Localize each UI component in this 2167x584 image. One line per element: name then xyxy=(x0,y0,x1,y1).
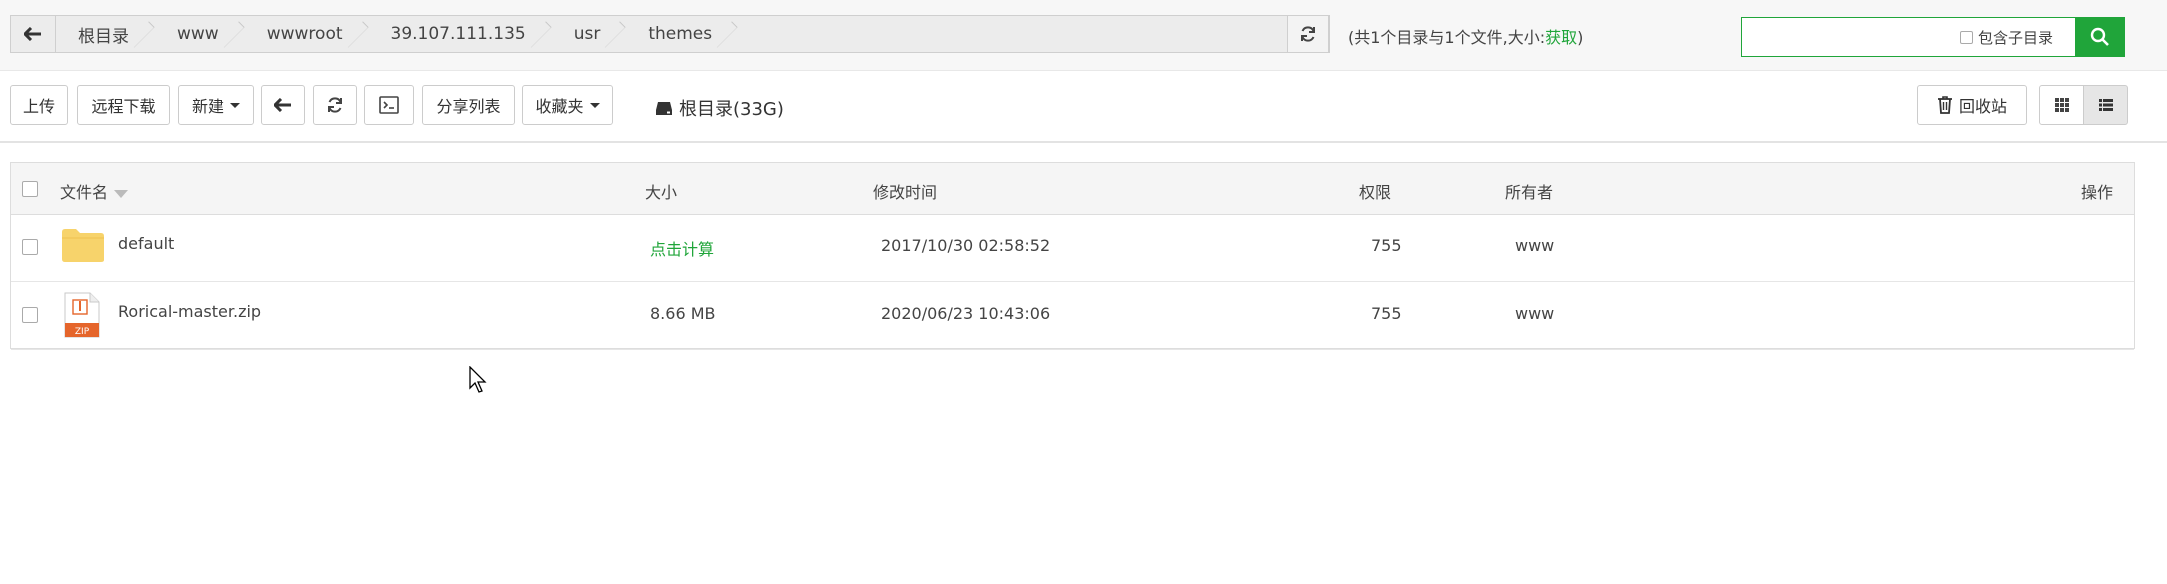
row-checkbox[interactable] xyxy=(22,307,38,323)
back-button[interactable] xyxy=(11,16,56,52)
recycle-bin-label: 回收站 xyxy=(1958,97,2007,116)
calculate-size-link[interactable]: 点击计算 xyxy=(650,236,714,260)
folder-icon xyxy=(62,229,104,262)
table-row[interactable]: default 点击计算 2017/10/30 02:58:52 755 www xyxy=(11,214,2134,282)
refresh-button[interactable] xyxy=(313,85,357,125)
refresh-icon xyxy=(1301,26,1315,42)
refresh-icon xyxy=(328,97,342,113)
breadcrumb-item-site[interactable]: 39.107.111.135 xyxy=(369,16,552,52)
table-header: 文件名 大小 修改时间 权限 所有者 操作 xyxy=(11,163,2134,215)
column-ops-header: 操作 xyxy=(2081,183,2114,202)
include-subdir-option[interactable]: 包含子目录 xyxy=(1960,27,2053,48)
mouse-cursor-icon xyxy=(469,366,487,393)
go-back-button[interactable] xyxy=(261,85,305,125)
arrow-left-icon xyxy=(24,27,41,41)
breadcrumb: 根目录 www wwwroot 39.107.111.135 usr theme… xyxy=(10,15,1330,53)
file-mtime: 2017/10/30 02:58:52 xyxy=(881,236,1051,255)
favorites-label: 收藏夹 xyxy=(535,97,584,116)
include-subdir-label: 包含子目录 xyxy=(1978,29,2054,47)
breadcrumb-item-usr[interactable]: usr xyxy=(552,16,627,52)
zip-file-icon: ZIP xyxy=(64,292,100,338)
file-size: 8.66 MB xyxy=(650,304,716,323)
file-permission[interactable]: 755 xyxy=(1371,304,1402,323)
breadcrumb-item-wwwroot[interactable]: wwwroot xyxy=(245,16,369,52)
search-box: 包含子目录 xyxy=(1741,17,2125,57)
caret-down-icon xyxy=(230,102,240,108)
hdd-icon xyxy=(656,102,672,115)
file-table: 文件名 大小 修改时间 权限 所有者 操作 default 点击计算 2017/… xyxy=(10,162,2135,350)
search-input[interactable] xyxy=(1750,22,1994,54)
column-name-header[interactable]: 文件名 xyxy=(60,179,129,203)
column-size-header[interactable]: 大小 xyxy=(645,179,677,203)
upload-button[interactable]: 上传 xyxy=(10,85,68,125)
column-mtime-header[interactable]: 修改时间 xyxy=(873,179,937,203)
refresh-path-button[interactable] xyxy=(1287,15,1329,53)
disk-label: 根目录(33G) xyxy=(679,99,784,120)
column-owner-header[interactable]: 所有者 xyxy=(1505,179,1553,203)
row-checkbox[interactable] xyxy=(22,239,38,255)
column-name-label: 文件名 xyxy=(60,183,109,202)
grid-view-button[interactable] xyxy=(2039,85,2084,125)
breadcrumb-item-themes[interactable]: themes xyxy=(626,16,738,52)
file-name[interactable]: default xyxy=(118,234,174,253)
include-subdir-checkbox[interactable] xyxy=(1960,31,1973,44)
file-permission[interactable]: 755 xyxy=(1371,236,1402,255)
zip-label: ZIP xyxy=(75,327,90,337)
list-icon xyxy=(2098,99,2113,111)
summary-text: (共1个目录与1个文件,大小: xyxy=(1348,28,1546,47)
directory-summary: (共1个目录与1个文件,大小:获取) xyxy=(1348,24,1583,48)
sort-desc-icon xyxy=(114,189,129,198)
path-bar: 根目录 www wwwroot 39.107.111.135 usr theme… xyxy=(0,0,2167,71)
search-button[interactable] xyxy=(2075,17,2125,57)
grid-icon xyxy=(2054,98,2069,112)
disk-selector[interactable]: 根目录(33G) xyxy=(655,95,784,121)
breadcrumb-item-www[interactable]: www xyxy=(155,16,245,52)
file-owner[interactable]: www xyxy=(1515,236,1554,255)
summary-close: ) xyxy=(1577,28,1584,47)
remote-download-button[interactable]: 远程下载 xyxy=(77,85,170,125)
arrow-left-icon xyxy=(274,98,291,112)
file-toolbar: 上传 远程下载 新建 分享列表 收藏夹 根目录(33G) 回收站 xyxy=(0,71,2167,143)
table-row[interactable]: ZIP Rorical-master.zip 8.66 MB 2020/06/2… xyxy=(11,282,2134,350)
breadcrumb-item-root[interactable]: 根目录 xyxy=(56,16,155,52)
file-mtime: 2020/06/23 10:43:06 xyxy=(881,304,1051,323)
select-all-checkbox[interactable] xyxy=(22,181,38,197)
new-label: 新建 xyxy=(191,97,224,116)
column-perm-header[interactable]: 权限 xyxy=(1359,179,1391,203)
new-dropdown-button[interactable]: 新建 xyxy=(178,85,254,125)
caret-down-icon xyxy=(589,102,600,108)
terminal-button[interactable] xyxy=(364,85,414,125)
share-list-button[interactable]: 分享列表 xyxy=(422,85,515,125)
trash-icon xyxy=(1937,96,1952,114)
search-icon xyxy=(2090,27,2109,46)
favorites-dropdown-button[interactable]: 收藏夹 xyxy=(522,85,613,125)
terminal-icon xyxy=(379,96,399,114)
file-owner[interactable]: www xyxy=(1515,304,1554,323)
list-view-button[interactable] xyxy=(2083,85,2128,125)
file-name[interactable]: Rorical-master.zip xyxy=(118,302,261,321)
calculate-size-link[interactable]: 获取 xyxy=(1545,28,1577,47)
recycle-bin-button[interactable]: 回收站 xyxy=(1917,85,2027,125)
